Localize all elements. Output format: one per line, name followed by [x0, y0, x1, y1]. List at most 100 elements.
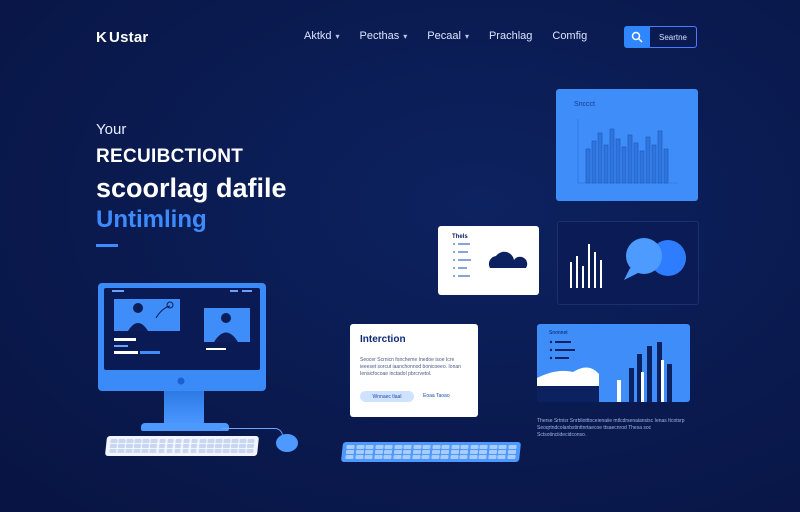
keyboard-key [190, 449, 198, 453]
monitor-stand [164, 391, 204, 425]
keyboard-key [222, 449, 230, 453]
keyboard-key [239, 444, 247, 448]
keyboard-key [355, 445, 365, 449]
keyboard-key [489, 445, 498, 449]
cloud-icon [488, 251, 528, 268]
hero-divider [96, 244, 118, 247]
keyboard-key [497, 455, 507, 459]
keyboard-key [238, 449, 246, 453]
keyboard-key [460, 450, 469, 454]
keyboard-key [117, 444, 125, 448]
keyboard-key [223, 439, 231, 443]
keyboard-key [413, 445, 422, 449]
bubbles-card [557, 221, 699, 305]
keyboard-key [166, 444, 174, 448]
keyboard-key [507, 450, 517, 454]
keyboard-key [365, 445, 374, 449]
keyboard-key [450, 455, 459, 459]
keyboard-key [478, 455, 488, 459]
monitor-screen [104, 288, 260, 370]
keyboard-key [383, 455, 392, 459]
keyboard-key [207, 439, 215, 443]
search-field[interactable]: Seartne [650, 26, 697, 48]
nav-item-4[interactable]: Prachlag [489, 30, 532, 42]
keyboard-key [488, 450, 498, 454]
keyboard-white-illustration [104, 436, 260, 456]
keyboard-key [384, 445, 393, 449]
keyboard-key [157, 449, 165, 453]
keyboard-key [469, 450, 479, 454]
keyboard-key [402, 455, 411, 459]
chevron-down-icon: ▾ [464, 31, 469, 41]
nav-item-1[interactable]: Aktkd ▾ [304, 30, 340, 42]
keyboard-key [239, 439, 247, 443]
keyboard-key [175, 439, 182, 443]
hero-eyebrow: Your [96, 121, 127, 138]
keyboard-key [231, 444, 239, 448]
keyboard-key [345, 450, 355, 454]
checklist-card: Thels [438, 226, 539, 295]
keyboard-key [507, 455, 516, 459]
keyboard-key [182, 444, 190, 448]
footer-caption: Therse Srtnisr Snrbliotttoceienaiie mtlc… [537, 418, 685, 438]
keyboard-key [110, 439, 118, 443]
interaction-card-button[interactable]: Wnnaec tlaal [360, 391, 414, 402]
keyboard-key [451, 445, 460, 449]
interaction-card: Interction Seocer Scrnicn foncheme Inedo… [350, 324, 478, 417]
keyboard-key [488, 455, 497, 459]
keyboard-key [479, 445, 489, 449]
keyboard-key [374, 450, 383, 454]
keyboard-key [125, 449, 133, 453]
chat-bubbles-illustration [570, 238, 686, 288]
keyboard-key [165, 449, 173, 453]
keyboard-key [134, 439, 142, 443]
keyboard-key [440, 455, 449, 459]
search-button[interactable] [624, 26, 650, 48]
keyboard-key [498, 450, 507, 454]
keyboard-key [392, 455, 402, 459]
keyboard-key [133, 449, 141, 453]
bar-chart-card: Snccct [556, 89, 698, 201]
keyboard-key [206, 449, 214, 453]
keyboard-key [364, 455, 373, 459]
nav-item-2[interactable]: Pecthas ▾ [360, 30, 408, 42]
keyboard-key [421, 455, 430, 459]
chevron-down-icon: ▾ [335, 31, 340, 41]
keyboard-key [126, 439, 134, 443]
keyboard-key [199, 439, 207, 443]
keyboard-key [422, 445, 431, 449]
keyboard-key [134, 444, 142, 448]
keyboard-key [198, 449, 206, 453]
nav-item-5[interactable]: Comfig [552, 30, 587, 42]
interaction-card-title: Interction [360, 334, 406, 345]
keyboard-key [431, 450, 440, 454]
nav-item-3[interactable]: Pecaal ▾ [427, 30, 469, 42]
interaction-card-link[interactable]: Eoaa Taoao [423, 393, 450, 399]
brand-logo[interactable]: K Ustar [96, 29, 148, 46]
keyboard-key [422, 450, 431, 454]
keyboard-key [149, 449, 157, 453]
keyboard-key [345, 455, 354, 459]
keyboard-key [430, 455, 440, 459]
keyboard-key [183, 439, 191, 443]
keyboard-key [214, 449, 222, 453]
analytics-card-label: Snonnet [549, 330, 568, 336]
brand-name: Ustar [109, 29, 149, 46]
keyboard-key [214, 444, 222, 448]
keyboard-key [470, 445, 479, 449]
interaction-card-body: Seocer Scrnicn foncheme Inedoe isoe Icre… [360, 357, 461, 377]
keyboard-key [158, 439, 166, 443]
keyboard-key [118, 439, 126, 443]
keyboard-key [191, 439, 199, 443]
hero-headline-1: RECUIBCTIONT [96, 146, 244, 167]
keyboard-key [247, 439, 255, 443]
hero-headline-2: scoorlag dafile [96, 173, 287, 203]
keyboard-key [441, 450, 450, 454]
keyboard-key [469, 455, 478, 459]
apple-logo-icon [177, 377, 185, 385]
keyboard-key [460, 445, 470, 449]
keyboard-key [109, 444, 117, 448]
keyboard-key [346, 445, 355, 449]
keyboard-key [432, 445, 441, 449]
keyboard-key [174, 444, 182, 448]
